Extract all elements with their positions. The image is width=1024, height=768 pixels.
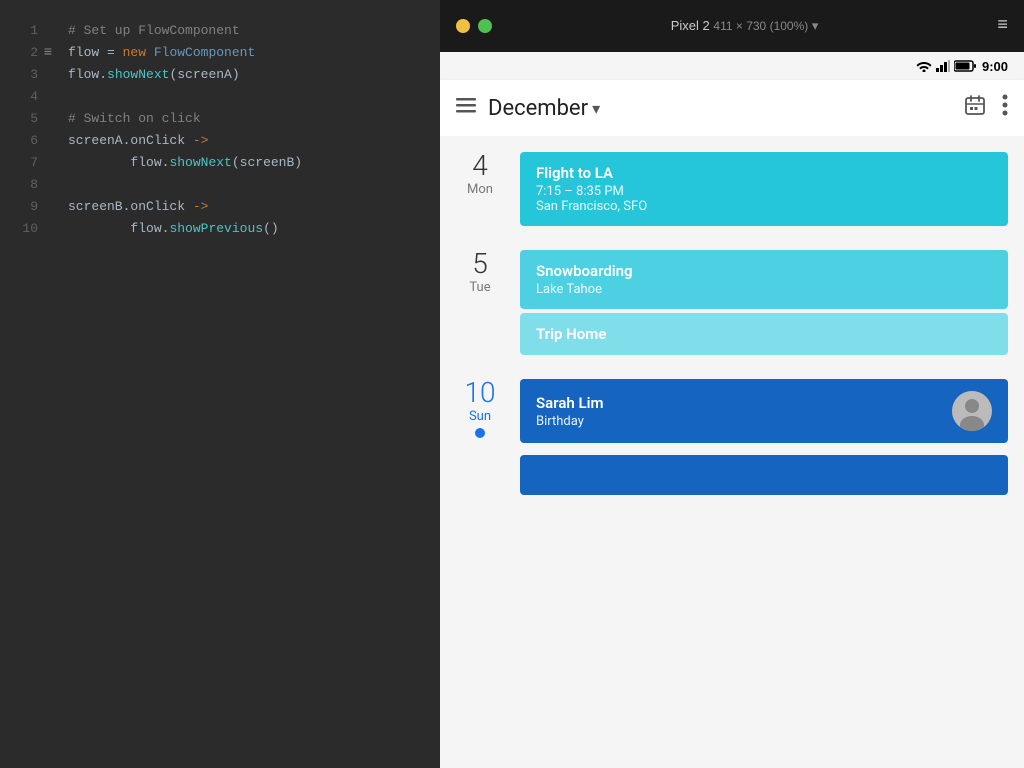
- event-text: Sarah Lim Birthday: [536, 394, 604, 429]
- event-title: Sarah Lim: [536, 394, 604, 412]
- code-content: flow.showNext(screenB): [58, 152, 302, 174]
- event-location: San Francisco, SFO: [536, 199, 992, 214]
- day-label-4: 4 Mon: [456, 152, 504, 197]
- event-subtitle: Birthday: [536, 414, 604, 429]
- device-menu-icon[interactable]: ≡: [997, 16, 1008, 36]
- code-content: screenA.onClick ->: [58, 130, 208, 152]
- day-name: Sun: [456, 409, 504, 424]
- hamburger-menu-icon[interactable]: [456, 95, 476, 122]
- line-number: 6: [8, 130, 38, 152]
- code-content: # Switch on click: [58, 108, 201, 130]
- battery-icon: [954, 60, 976, 72]
- partial-event-card[interactable]: [520, 455, 1008, 495]
- code-content: flow.showPrevious(): [58, 218, 279, 240]
- window-dot-yellow[interactable]: [456, 19, 470, 33]
- device-frame: Pixel 2 411 × 730 (100%) ▾ ≡: [440, 0, 1024, 768]
- event-trip-home[interactable]: Trip Home: [520, 313, 1008, 355]
- day-number: 4: [456, 152, 504, 180]
- day-indicator: [475, 428, 485, 438]
- event-time: 7:15 – 8:35 PM: [536, 184, 992, 199]
- day-label-10: 10 Sun: [456, 379, 504, 438]
- event-subtitle: Lake Tahoe: [536, 282, 992, 297]
- code-line-4: 4: [0, 86, 440, 108]
- signal-icon: [936, 60, 950, 72]
- day-name: Tue: [456, 280, 504, 295]
- code-line-9: 9 screenB.onClick ->: [0, 196, 440, 218]
- event-flight-to-la[interactable]: Flight to LA 7:15 – 8:35 PM San Francisc…: [520, 152, 1008, 226]
- day-number: 10: [456, 379, 504, 407]
- toolbar-title: December ▾: [488, 96, 952, 121]
- window-dot-green[interactable]: [478, 19, 492, 33]
- wifi-icon: [916, 60, 932, 72]
- avatar: [952, 391, 992, 431]
- line-number: 3: [8, 64, 38, 86]
- status-time: 9:00: [982, 59, 1008, 74]
- code-line-5: 5 # Switch on click: [0, 108, 440, 130]
- event-title: Trip Home: [536, 325, 992, 343]
- line-number: 10: [8, 218, 38, 240]
- avatar-image: [952, 391, 992, 431]
- events-column-10: Sarah Lim Birthday: [520, 379, 1008, 443]
- line-number: 5: [8, 108, 38, 130]
- phone-screen: 9:00 December ▾: [440, 52, 1024, 768]
- events-column-5: Snowboarding Lake Tahoe Trip Home: [520, 250, 1008, 355]
- calendar-content[interactable]: 4 Mon Flight to LA 7:15 – 8:35 PM San Fr…: [440, 136, 1024, 768]
- calendar-icon[interactable]: [964, 94, 986, 123]
- line-number: 8: [8, 174, 38, 196]
- day-section-4: 4 Mon Flight to LA 7:15 – 8:35 PM San Fr…: [440, 136, 1024, 234]
- device-title-bar: Pixel 2 411 × 730 (100%) ▾ ≡: [440, 0, 1024, 52]
- more-options-icon[interactable]: [1002, 94, 1008, 123]
- code-editor: 1 # Set up FlowComponent 2 ≡ flow = new …: [0, 0, 440, 768]
- code-line-1: 1 # Set up FlowComponent: [0, 20, 440, 42]
- event-title: Snowboarding: [536, 262, 992, 280]
- day-section-5: 5 Tue Snowboarding Lake Tahoe Trip Home: [440, 234, 1024, 363]
- line-number: 2: [8, 42, 38, 64]
- code-line-8: 8: [0, 174, 440, 196]
- device-title: Pixel 2 411 × 730 (100%) ▾: [500, 18, 989, 34]
- code-content: flow = new FlowComponent: [58, 42, 255, 64]
- toolbar-dropdown-arrow[interactable]: ▾: [592, 99, 600, 118]
- event-card-content: Sarah Lim Birthday: [536, 391, 992, 431]
- line-number: 1: [8, 20, 38, 42]
- code-content: flow.showNext(screenA): [58, 64, 240, 86]
- status-icons: [916, 60, 976, 72]
- day-number: 5: [456, 250, 504, 278]
- line-number: 9: [8, 196, 38, 218]
- code-line-10: 10 flow.showPrevious(): [0, 218, 440, 240]
- line-number: 4: [8, 86, 38, 108]
- event-title: Flight to LA: [536, 164, 992, 182]
- day-section-10: 10 Sun Sarah Lim Birthday: [440, 363, 1024, 451]
- code-content: screenB.onClick ->: [58, 196, 208, 218]
- event-snowboarding[interactable]: Snowboarding Lake Tahoe: [520, 250, 1008, 309]
- events-column-4: Flight to LA 7:15 – 8:35 PM San Francisc…: [520, 152, 1008, 226]
- status-bar: 9:00: [440, 52, 1024, 80]
- code-line-6: 6 screenA.onClick ->: [0, 130, 440, 152]
- code-line-2: 2 ≡ flow = new FlowComponent: [0, 42, 440, 64]
- toolbar-icons: [964, 94, 1008, 123]
- code-content: # Set up FlowComponent: [58, 20, 240, 42]
- code-line-3: 3 flow.showNext(screenA): [0, 64, 440, 86]
- day-name: Mon: [456, 182, 504, 197]
- line-number: 7: [8, 152, 38, 174]
- event-sarah-birthday[interactable]: Sarah Lim Birthday: [520, 379, 1008, 443]
- day-label-5: 5 Tue: [456, 250, 504, 295]
- code-line-7: 7 flow.showNext(screenB): [0, 152, 440, 174]
- app-toolbar: December ▾: [440, 80, 1024, 136]
